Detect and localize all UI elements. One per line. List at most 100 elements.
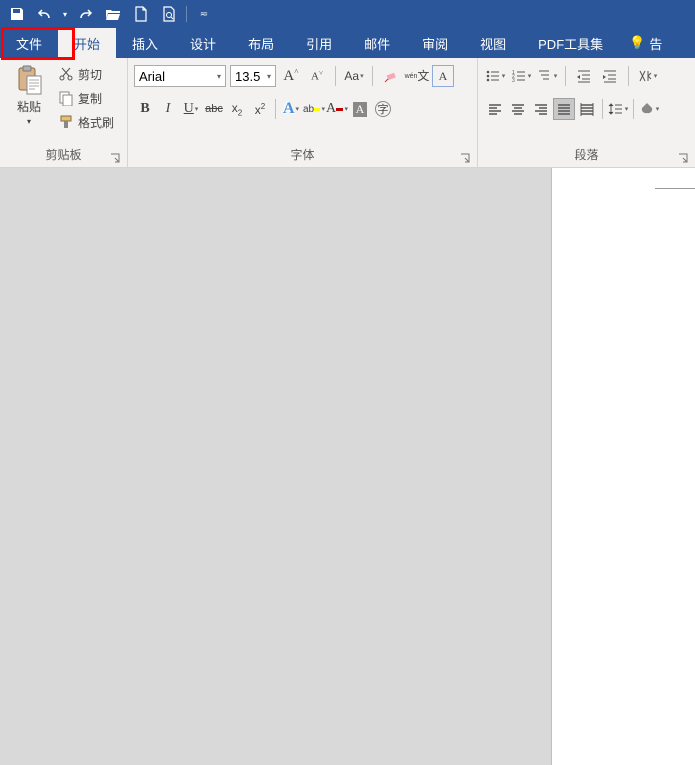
char-shading-button[interactable]: A (349, 98, 371, 120)
align-center-button[interactable] (507, 98, 529, 120)
tab-home-label: 开始 (74, 34, 100, 53)
font-size-value: 13.5 (235, 69, 260, 84)
group-paragraph: ▾ 123▾ ▾ ▾ ▾ ▾ 段落 (478, 58, 695, 167)
divider (565, 66, 566, 86)
divider (372, 66, 373, 86)
tab-file-label: 文件 (16, 34, 42, 53)
italic-button[interactable]: I (157, 98, 179, 120)
tab-references[interactable]: 引用 (290, 28, 348, 58)
paragraph-group-label: 段落 (484, 144, 689, 167)
tab-tell-me[interactable]: 💡告 (619, 28, 678, 58)
tab-insert[interactable]: 插入 (116, 28, 174, 58)
open-button[interactable] (100, 2, 126, 26)
group-font: Arial ▾ 13.5 ▾ A˄ A˅ Aa▾ wén文 A B I U▾ (128, 58, 478, 167)
font-color-button[interactable]: A▾ (326, 98, 348, 120)
font-launcher[interactable] (459, 152, 471, 164)
multilevel-list-button[interactable]: ▾ (536, 65, 558, 87)
subscript-button[interactable]: x2 (226, 98, 248, 120)
strikethrough-button[interactable]: abc (203, 98, 225, 120)
paste-dropdown-caret: ▾ (27, 117, 31, 126)
paste-button[interactable]: 粘贴 ▾ (6, 62, 52, 128)
ribbon: 粘贴 ▾ 剪切 复制 格式刷 剪贴板 (0, 58, 695, 168)
divider (275, 99, 276, 119)
ribbon-tabs: 文件 开始 插入 设计 布局 引用 邮件 审阅 视图 PDF工具集 💡告 (0, 28, 695, 58)
shrink-font-button[interactable]: A˅ (306, 65, 328, 87)
superscript-button[interactable]: x2 (249, 98, 271, 120)
chevron-down-icon: ▾ (217, 72, 221, 81)
enclose-char-button[interactable]: 字 (372, 98, 394, 120)
tab-design[interactable]: 设计 (174, 28, 232, 58)
text-effects-button[interactable]: A▾ (280, 98, 302, 120)
divider (633, 99, 634, 119)
tab-insert-label: 插入 (132, 34, 158, 53)
format-painter-button[interactable]: 格式刷 (56, 110, 116, 134)
tab-pdf[interactable]: PDF工具集 (522, 28, 619, 58)
tab-tell-label: 告 (649, 34, 662, 53)
change-case-button[interactable]: Aa▾ (343, 65, 365, 87)
tab-mail-label: 邮件 (364, 34, 390, 53)
font-group-label: 字体 (134, 144, 471, 167)
copy-button[interactable]: 复制 (56, 86, 116, 110)
paste-icon (13, 64, 45, 96)
undo-dropdown[interactable]: ▾ (60, 2, 70, 26)
tab-mail[interactable]: 邮件 (348, 28, 406, 58)
tab-view-label: 视图 (480, 34, 506, 53)
navigation-pane[interactable] (0, 168, 551, 765)
tab-file[interactable]: 文件 (0, 28, 58, 58)
qat-customize-button[interactable]: ≂ (191, 2, 217, 26)
tab-design-label: 设计 (190, 34, 216, 53)
divider (628, 66, 629, 86)
chevron-down-icon: ▾ (267, 72, 271, 81)
tab-review[interactable]: 审阅 (406, 28, 464, 58)
tab-view[interactable]: 视图 (464, 28, 522, 58)
clear-formatting-button[interactable] (380, 65, 402, 87)
numbering-button[interactable]: 123▾ (510, 65, 532, 87)
tab-layout[interactable]: 布局 (232, 28, 290, 58)
paste-label: 粘贴 (17, 98, 41, 115)
decrease-indent-button[interactable] (573, 65, 595, 87)
align-left-button[interactable] (484, 98, 506, 120)
font-name-combo[interactable]: Arial ▾ (134, 65, 226, 87)
qat-separator (186, 6, 187, 22)
underline-button[interactable]: U▾ (180, 98, 202, 120)
print-preview-button[interactable] (156, 2, 182, 26)
asian-layout-button[interactable]: ▾ (636, 65, 658, 87)
grow-font-button[interactable]: A˄ (280, 65, 302, 87)
highlight-color-button[interactable]: ab▾ (303, 98, 325, 120)
clipboard-launcher[interactable] (109, 152, 121, 164)
divider (602, 99, 603, 119)
save-button[interactable] (4, 2, 30, 26)
copy-icon (58, 90, 74, 106)
char-border-button[interactable]: A (432, 65, 454, 87)
tab-home[interactable]: 开始 (58, 28, 116, 58)
tab-references-label: 引用 (306, 34, 332, 53)
new-doc-button[interactable] (128, 2, 154, 26)
tab-review-label: 审阅 (422, 34, 448, 53)
format-painter-icon (58, 114, 74, 130)
increase-indent-button[interactable] (599, 65, 621, 87)
undo-button[interactable] (32, 2, 58, 26)
line-spacing-button[interactable]: ▾ (607, 98, 629, 120)
divider (335, 66, 336, 86)
paragraph-launcher[interactable] (677, 152, 689, 164)
cut-button[interactable]: 剪切 (56, 62, 116, 86)
group-clipboard: 粘贴 ▾ 剪切 复制 格式刷 剪贴板 (0, 58, 128, 167)
tab-layout-label: 布局 (248, 34, 274, 53)
bold-button[interactable]: B (134, 98, 156, 120)
clipboard-group-label: 剪贴板 (6, 144, 121, 167)
font-size-combo[interactable]: 13.5 ▾ (230, 65, 276, 87)
copy-label: 复制 (78, 90, 102, 107)
shading-button[interactable]: ▾ (638, 98, 660, 120)
align-justify-button[interactable] (553, 98, 575, 120)
phonetic-guide-button[interactable]: wén文 (406, 65, 428, 87)
quick-access-toolbar: ▾ ≂ (0, 0, 695, 28)
tab-pdf-label: PDF工具集 (538, 34, 603, 53)
redo-button[interactable] (72, 2, 98, 26)
align-right-button[interactable] (530, 98, 552, 120)
distributed-button[interactable] (576, 98, 598, 120)
svg-text:3: 3 (512, 78, 515, 84)
font-name-value: Arial (139, 69, 165, 84)
bulb-icon: 💡 (629, 35, 645, 51)
document-page[interactable] (551, 168, 695, 765)
bullets-button[interactable]: ▾ (484, 65, 506, 87)
